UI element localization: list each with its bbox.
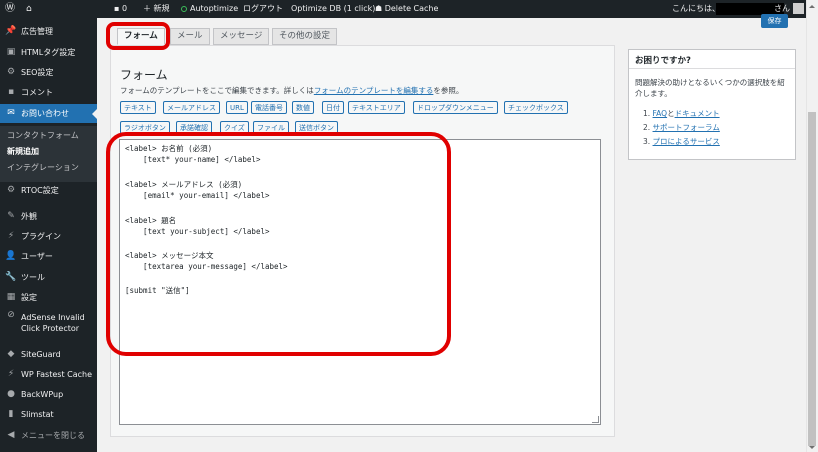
- tag-button-radio[interactable]: ラジオボタン: [120, 121, 170, 134]
- help-link-support[interactable]: 2. サポートフォーラム: [643, 122, 720, 133]
- home-icon[interactable]: ⌂: [26, 0, 32, 18]
- submenu-contact-forms[interactable]: コンタクトフォーム: [7, 129, 79, 143]
- stats-icon: ▮: [8, 409, 14, 419]
- tag-button-email[interactable]: メールアドレス: [163, 101, 220, 114]
- editor-line: [submit "送信"]: [125, 286, 190, 295]
- panel-description: フォームのテンプレートをここで編集できます。詳しくはフォームのテンプレートを編集…: [120, 86, 464, 95]
- sidebar-item-appearance[interactable]: ✎ 外観: [0, 207, 97, 226]
- editor-line: [email* your-email] </label>: [125, 191, 270, 200]
- help-title: お困りですか?: [635, 56, 691, 66]
- help-text: 問題解決の助けとなるいくつかの選択肢を紹介します。: [635, 78, 785, 98]
- sidebar-item-backwpup[interactable]: ● BackWPup: [0, 385, 97, 404]
- tag-button-text[interactable]: テキスト: [120, 101, 156, 114]
- tag-button-date[interactable]: 日付: [322, 101, 344, 114]
- comment-icon: ▪: [114, 4, 120, 13]
- help-link-pro[interactable]: 3. プロによるサービス: [643, 136, 720, 147]
- siteguard-icon: ◆: [7, 349, 15, 359]
- sidebar-item-seo[interactable]: ⚙ SEO設定: [0, 63, 97, 82]
- collapse-menu-button[interactable]: ◀ メニューを閉じる: [0, 426, 97, 445]
- tag-button-tel[interactable]: 電話番号: [251, 101, 287, 114]
- sidebar-item-wp-fastest-cache[interactable]: ⚡ WP Fastest Cache: [0, 365, 97, 384]
- tag-button-url[interactable]: URL: [226, 101, 248, 114]
- user-icon: 👤: [5, 251, 17, 261]
- tab-mail[interactable]: メール: [170, 28, 210, 45]
- tag-button-submit[interactable]: 送信ボタン: [295, 121, 338, 134]
- appearance-icon: ✎: [7, 211, 15, 221]
- help-link-faq[interactable]: 1. FAQとドキュメント: [643, 108, 720, 119]
- adsense-icon: ⊘: [7, 310, 15, 320]
- submenu-integration[interactable]: インテグレーション: [7, 161, 79, 175]
- tab-messages[interactable]: メッセージ: [213, 28, 270, 45]
- sidebar-item-tools[interactable]: 🔧 ツール: [0, 268, 97, 287]
- sidebar-item-contact[interactable]: ✉ お問い合わせ: [0, 104, 97, 123]
- admin-bar: Ⓦ ⌂ ▪ 0 ＋ 新規 Autoptimize ログアウト Optimize …: [0, 0, 818, 18]
- sidebar-item-adsense[interactable]: ⊘ AdSense Invalid Click Protector: [0, 310, 97, 336]
- tag-button-file[interactable]: ファイル: [253, 121, 289, 134]
- sidebar-item-slimstat[interactable]: ▮ Slimstat: [0, 405, 97, 424]
- scroll-down-arrow-icon[interactable]: [809, 446, 815, 452]
- save-button[interactable]: 保存: [761, 14, 788, 28]
- backup-icon: ●: [7, 389, 15, 399]
- status-dot-icon: [181, 6, 187, 12]
- sidebar-item-plugins[interactable]: ⚡ プラグイン: [0, 227, 97, 246]
- cache-icon: ☗: [375, 4, 383, 13]
- tag-button-checkbox[interactable]: チェックボックス: [504, 101, 568, 114]
- new-content-link[interactable]: ＋ 新規: [143, 0, 170, 18]
- scroll-up-arrow-icon[interactable]: [809, 2, 815, 8]
- editor-line: [text your-subject] </label>: [125, 227, 270, 236]
- sidebar-item-siteguard[interactable]: ◆ SiteGuard: [0, 345, 97, 364]
- comments-link[interactable]: ▪ 0: [114, 0, 127, 18]
- tag-button-dropdown[interactable]: ドロップダウンメニュー: [413, 101, 498, 114]
- sidebar-item-rtoc[interactable]: ⚙ RTOC設定: [0, 181, 97, 200]
- autoptimize-link[interactable]: Autoptimize: [181, 0, 238, 18]
- editor-line: <label> メールアドレス (必須): [125, 180, 243, 189]
- comment-icon: ▪: [7, 87, 15, 97]
- editor-line: [textarea your-message] </label>: [125, 262, 288, 271]
- tag-button-textarea[interactable]: テキストエリア: [348, 101, 405, 114]
- tab-form[interactable]: フォーム: [117, 28, 165, 45]
- code-icon: ▣: [6, 47, 16, 57]
- cache-icon: ⚡: [7, 369, 15, 379]
- editor-line: [text* your-name] </label>: [125, 155, 261, 164]
- tag-button-acceptance[interactable]: 承諾確認: [176, 121, 212, 134]
- submenu-add-new[interactable]: 新規追加: [7, 145, 39, 159]
- sidebar-item-settings[interactable]: ▦ 設定: [0, 288, 97, 307]
- editor-line: <label> メッセージ本文: [125, 251, 214, 260]
- admin-sidebar: 📌 広告管理 ▣ HTMLタグ設定 ⚙ SEO設定 ▪ コメント ✉ お問い合わせ コンタ…: [0, 18, 97, 452]
- wordpress-icon[interactable]: Ⓦ: [5, 0, 15, 18]
- sidebar-item-comments[interactable]: ▪ コメント: [0, 83, 97, 102]
- pin-icon: 📌: [5, 26, 17, 36]
- avatar[interactable]: [793, 3, 804, 14]
- gear-icon: ⚙: [6, 67, 16, 77]
- tab-additional-settings[interactable]: その他の設定: [272, 28, 338, 45]
- divider: [629, 68, 795, 69]
- panel-title: フォーム: [120, 68, 168, 82]
- delete-cache-link[interactable]: ☗ Delete Cache: [375, 0, 438, 18]
- settings-icon: ▦: [6, 292, 16, 302]
- sidebar-item-users[interactable]: 👤 ユーザー: [0, 247, 97, 266]
- collapse-icon: ◀: [7, 430, 15, 440]
- contact-submenu: コンタクトフォーム 新規追加 インテグレーション: [0, 126, 97, 182]
- resize-handle[interactable]: [592, 416, 599, 423]
- mail-icon: ✉: [7, 108, 15, 118]
- sidebar-item-html-tags[interactable]: ▣ HTMLタグ設定: [0, 43, 97, 62]
- wrench-icon: 🔧: [5, 272, 17, 282]
- logout-link[interactable]: ログアウト: [243, 0, 283, 18]
- tag-button-quiz[interactable]: クイズ: [220, 121, 249, 134]
- sidebar-item-ads[interactable]: 📌 広告管理: [0, 22, 97, 41]
- scrollbar-thumb[interactable]: [808, 112, 816, 446]
- template-help-link[interactable]: フォームのテンプレートを編集する: [314, 86, 434, 95]
- tag-button-number[interactable]: 数値: [292, 101, 314, 114]
- optimize-db-link[interactable]: Optimize DB (1 click): [291, 0, 375, 18]
- greeting[interactable]: こんにちは、: [672, 0, 720, 18]
- cog-icon: ⚙: [6, 185, 16, 195]
- editor-line: <label> 題名: [125, 216, 177, 225]
- editor-line: <label> お名前 (必須): [125, 144, 213, 153]
- plugin-icon: ⚡: [7, 231, 15, 241]
